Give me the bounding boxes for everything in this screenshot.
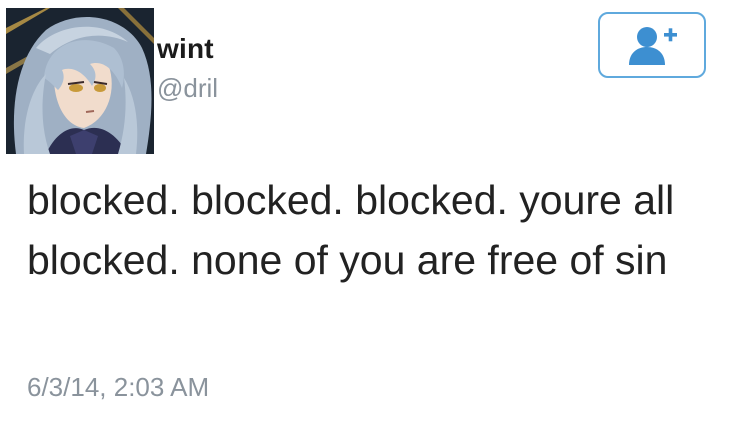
avatar[interactable] [6,8,154,154]
tweet-timestamp[interactable]: 6/3/14, 2:03 AM [27,372,209,403]
add-user-icon [629,27,677,65]
avatar-image [6,8,154,154]
follow-button[interactable] [598,12,706,78]
display-name[interactable]: wint [157,33,214,65]
user-handle[interactable]: @dril [157,73,218,104]
tweet-card: wint @dril blocked. blocked. blocked. yo… [0,0,736,441]
tweet-text: blocked. blocked. blocked. youre all blo… [27,177,675,283]
